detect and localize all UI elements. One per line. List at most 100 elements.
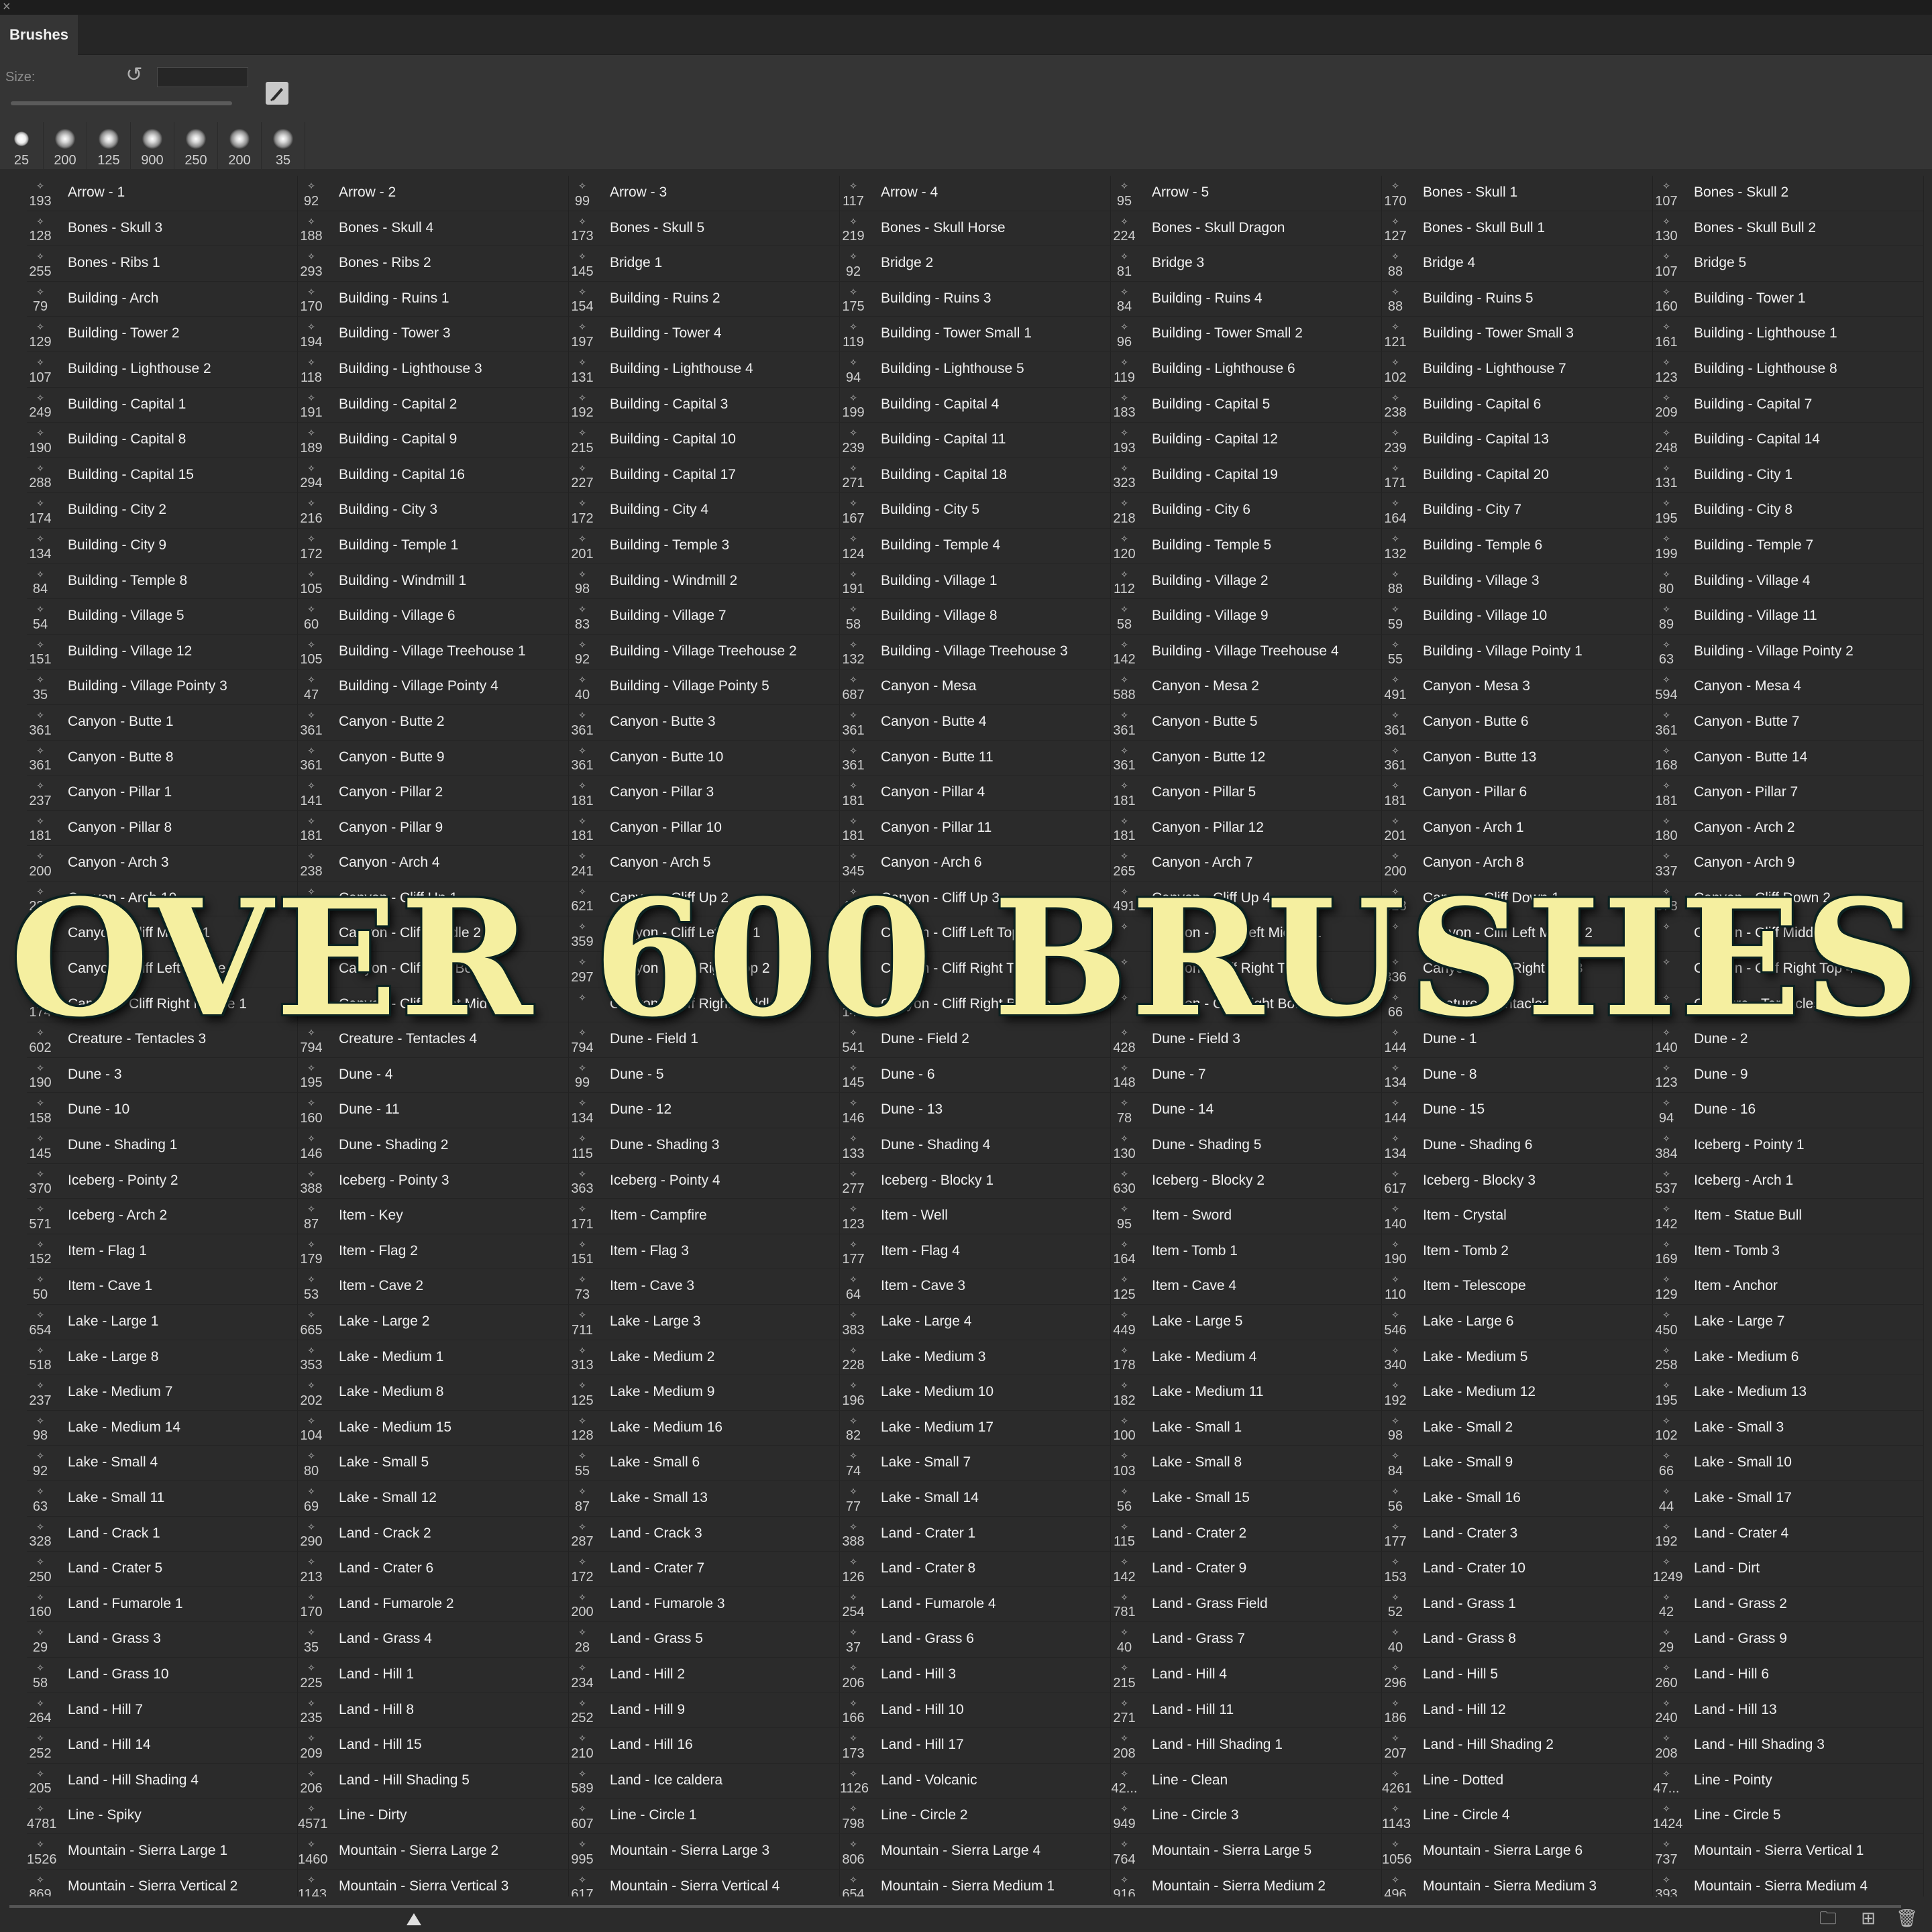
close-icon[interactable]: × [3, 0, 11, 15]
brush-item[interactable]: ✧ Canyon - Cliff Right Middle 3 [569, 987, 840, 1023]
brush-item[interactable]: ✧ 313 Lake - Medium 2 [569, 1340, 840, 1376]
brush-item[interactable]: ✧ 240 Land - Hill 13 [1653, 1693, 1924, 1729]
brush-item[interactable]: ✧ 361 Canyon - Butte 3 [569, 704, 840, 741]
brush-item[interactable]: ✧ 69 Lake - Small 12 [298, 1481, 569, 1517]
brush-item[interactable]: ✧ 146 Dune - Shading 2 [298, 1128, 569, 1164]
brush-item[interactable]: ✧ 124 Building - Temple 4 [840, 528, 1111, 564]
brush-item[interactable]: ✧ 219 Bones - Skull Horse [840, 211, 1111, 247]
brush-item[interactable]: ✧ 687 Canyon - Mesa [840, 669, 1111, 705]
brush-item[interactable]: ✧ 92 Lake - Small 4 [27, 1446, 298, 1481]
brush-item[interactable]: ✧ 237 Lake - Medium 7 [27, 1375, 298, 1411]
brush-item[interactable]: ✧ 130 Dune - Shading 5 [1111, 1128, 1382, 1164]
brush-item[interactable]: ✧ 87 Lake - Small 13 [569, 1481, 840, 1517]
brush-item[interactable]: ✧ 175 Building - Ruins 3 [840, 281, 1111, 317]
brush-item[interactable]: ✧ 491 Canyon - Mesa 3 [1382, 669, 1653, 705]
brush-item[interactable]: ✧ 129 Building - Tower 2 [27, 317, 298, 352]
brush-item[interactable]: ✧ 128 Bones - Skull 3 [27, 211, 298, 247]
brush-item[interactable]: ✧ 144 Dune - 1 [1382, 1022, 1653, 1058]
brush-item[interactable]: ✧ 145 Dune - Shading 1 [27, 1128, 298, 1164]
brush-item[interactable]: ✧ 491 Canyon - Cliff Middle 2 [298, 916, 569, 953]
brush-item[interactable]: ✧ 711 Lake - Large 3 [569, 1305, 840, 1340]
brush-item[interactable]: ✧ Canyon - Cliff Right Top 2 [1111, 952, 1382, 987]
brush-item[interactable]: ✧ 194 Building - Tower 3 [298, 317, 569, 352]
brush-item[interactable]: ✧ 200 Land - Fumarole 3 [569, 1587, 840, 1623]
brush-item[interactable]: ✧ 207 Land - Hill Shading 2 [1382, 1728, 1653, 1764]
brush-item[interactable]: ✧ 288 Building - Capital 15 [27, 458, 298, 494]
brush-item[interactable]: ✧ 328 Land - Crack 1 [27, 1516, 298, 1552]
brush-item[interactable]: ✧ 200 Canyon - Arch 3 [27, 846, 298, 881]
brush-item[interactable]: ✧ 215 Building - Capital 10 [569, 423, 840, 458]
brush-item[interactable]: ✧ 191 Building - Capital 2 [298, 387, 569, 423]
brush-item[interactable]: ✧ 213 Land - Crater 6 [298, 1552, 569, 1587]
brush-item[interactable]: ✧ 96 Building - Tower Small 2 [1111, 317, 1382, 352]
brush-item[interactable]: ✧ 271 Land - Hill 11 [1111, 1693, 1382, 1729]
brush-item[interactable]: ✧ 58 Building - Village 8 [840, 599, 1111, 635]
brush-item[interactable]: ✧ 1143 Mountain - Sierra Vertical 3 [298, 1869, 569, 1896]
brush-item[interactable]: ✧ 125 Item - Cave 4 [1111, 1269, 1382, 1305]
brush-item[interactable]: ✧ 77 Lake - Small 14 [840, 1481, 1111, 1517]
brush-item[interactable]: ✧ 294 Building - Capital 16 [298, 458, 569, 494]
brush-item[interactable]: ✧ 99 Arrow - 3 [569, 176, 840, 211]
brush-item[interactable]: ✧ 60 Building - Village 6 [298, 599, 569, 635]
brush-item[interactable]: ✧ 105 Building - Village Treehouse 1 [298, 634, 569, 670]
brush-item[interactable]: ✧ 293 Bones - Ribs 2 [298, 246, 569, 282]
brush-item[interactable]: ✧ 388 Iceberg - Pointy 3 [298, 1163, 569, 1199]
brush-item[interactable]: ✧ 422 Canyon - Cliff Up 3 [840, 881, 1111, 917]
brush-item[interactable]: ✧ 1460 Mountain - Sierra Large 2 [298, 1833, 569, 1870]
brush-item[interactable]: ✧ 172 Land - Crater 7 [569, 1552, 840, 1587]
brush-item[interactable]: ✧ 218 Building - City 6 [1111, 493, 1382, 529]
brush-item[interactable]: ✧ 323 Building - Capital 19 [1111, 458, 1382, 494]
brush-item[interactable]: ✧ 181 Canyon - Pillar 12 [1111, 810, 1382, 847]
brush-item[interactable]: ✧ 206 Land - Hill Shading 5 [298, 1763, 569, 1799]
brush-item[interactable]: ✧ 359 Canyon - Cliff Left Top 1 [569, 916, 840, 953]
brush-item[interactable]: ✧ Canyon - Cliff Left Middle 1 [1111, 916, 1382, 953]
brush-item[interactable]: ✧ 145 Bridge 1 [569, 246, 840, 282]
brush-item[interactable]: ✧ 119 Building - Tower Small 1 [840, 317, 1111, 352]
brush-item[interactable]: ✧ Canyon - Cliff Right Bottom 2 [1111, 987, 1382, 1023]
brush-item[interactable]: ✧ 35 Building - Village Pointy 3 [27, 669, 298, 705]
brush-item[interactable]: ✧ 233 Canyon - Arch 10 [27, 881, 298, 917]
brush-item[interactable]: ✧ 100 Lake - Small 1 [1111, 1410, 1382, 1446]
brush-item[interactable]: ✧ 210 Land - Hill 16 [569, 1728, 840, 1764]
brush-item[interactable]: ✧ 151 Item - Flag 3 [569, 1234, 840, 1270]
brush-item[interactable]: ✧ 181 Canyon - Pillar 9 [298, 810, 569, 847]
brush-item[interactable]: ✧ 134 Dune - 8 [1382, 1057, 1653, 1093]
brush-item[interactable]: ✧ 287 Land - Crack 3 [569, 1516, 840, 1552]
brush-preset[interactable]: 35 [262, 122, 305, 169]
brush-item[interactable]: ✧ 428 Dune - Field 3 [1111, 1022, 1382, 1058]
brush-preset[interactable]: 125 [87, 122, 131, 169]
brush-item[interactable]: ✧ 127 Bones - Skull Bull 1 [1382, 211, 1653, 247]
brush-item[interactable]: ✧ 296 Land - Hill 5 [1382, 1657, 1653, 1693]
brush-item[interactable]: ✧ 154 Building - Ruins 2 [569, 281, 840, 317]
brush-item[interactable]: ✧ 170 Building - Ruins 1 [298, 281, 569, 317]
brush-item[interactable]: ✧ 361 Canyon - Butte 12 [1111, 740, 1382, 776]
brush-item[interactable]: ✧ 4571 Line - Dirty [298, 1799, 569, 1834]
brush-item[interactable]: ✧ 180 Canyon - Arch 2 [1653, 810, 1924, 847]
brush-item[interactable]: ✧ 59 Building - Village 10 [1382, 599, 1653, 635]
brush-item[interactable]: ✧ Canyon - Cliff Right Top 4 [1653, 952, 1924, 987]
brush-item[interactable]: ✧ 238 Building - Capital 6 [1382, 387, 1653, 423]
brush-item[interactable]: ✧ 195 Building - City 8 [1653, 493, 1924, 529]
brush-item[interactable]: ✧ 174 Canyon - Cliff Right Middle 1 [27, 987, 298, 1023]
brush-item[interactable]: ✧ 258 Lake - Medium 6 [1653, 1340, 1924, 1376]
brush-item[interactable]: ✧ 140 Item - Crystal [1382, 1199, 1653, 1234]
brush-item[interactable]: ✧ 208 Land - Hill Shading 3 [1653, 1728, 1924, 1764]
brush-item[interactable]: ✧ 84 Lake - Small 9 [1382, 1446, 1653, 1481]
brush-item[interactable]: ✧ 158 Dune - 10 [27, 1093, 298, 1129]
brush-item[interactable]: ✧ 118 Building - Lighthouse 3 [298, 352, 569, 388]
brush-item[interactable]: ✧ 53 Item - Cave 2 [298, 1269, 569, 1305]
brush-item[interactable]: ✧ 107 Building - Lighthouse 2 [27, 352, 298, 388]
brush-item[interactable]: ✧ 130 Bones - Skull Bull 2 [1653, 211, 1924, 247]
brush-item[interactable]: ✧ 537 Iceberg - Arch 1 [1653, 1163, 1924, 1199]
brush-item[interactable]: ✧ 271 Building - Capital 18 [840, 458, 1111, 494]
brush-item[interactable]: ✧ 141 Canyon - Pillar 2 [298, 775, 569, 811]
brush-item[interactable]: ✧ 361 Canyon - Butte 8 [27, 740, 298, 776]
brush-item[interactable]: ✧ 1249 Land - Dirt [1653, 1552, 1924, 1587]
brush-item[interactable]: ✧ 172 Building - Temple 1 [298, 528, 569, 564]
brush-item[interactable]: ✧ 370 Iceberg - Pointy 2 [27, 1163, 298, 1199]
brush-item[interactable]: ✧ 361 Canyon - Butte 4 [840, 704, 1111, 741]
brush-item[interactable]: ✧ 181 Canyon - Pillar 6 [1382, 775, 1653, 811]
brush-item[interactable]: ✧ 179 Item - Flag 2 [298, 1234, 569, 1270]
brush-item[interactable]: ✧ 227 Building - Capital 17 [569, 458, 840, 494]
brush-item[interactable]: ✧ 199 Building - Capital 4 [840, 387, 1111, 423]
